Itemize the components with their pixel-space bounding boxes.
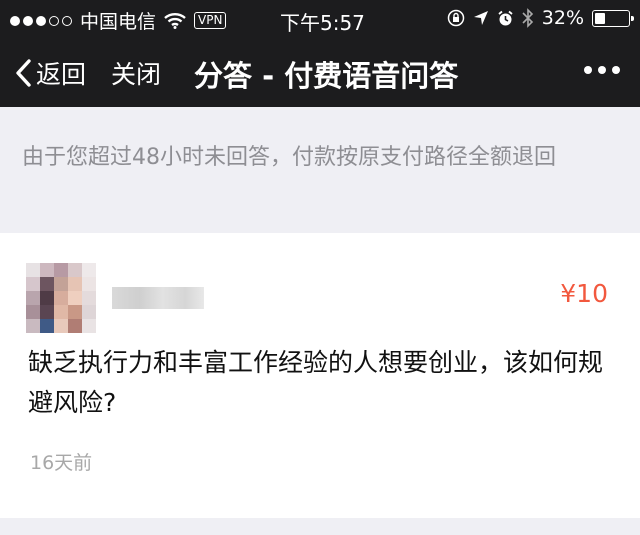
location-icon: [473, 11, 488, 25]
battery-icon: [592, 9, 634, 27]
refund-notice-text: 由于您超过48小时未回答，付款按原支付路径全额退回: [22, 145, 556, 170]
page-title: 分答 - 付费语音问答: [194, 59, 459, 93]
question-time: 16天前: [30, 452, 93, 474]
orientation-lock-icon: [447, 9, 465, 27]
username-blurred: [112, 287, 204, 309]
bluetooth-icon: [522, 8, 533, 28]
status-right: 32%: [447, 7, 634, 29]
question-card[interactable]: ¥10 缺乏执行力和丰富工作经验的人想要创业，该如何规避风险? 16天前: [0, 233, 640, 518]
question-price: ¥10: [560, 279, 608, 308]
battery-percent: 32%: [541, 7, 584, 29]
back-button[interactable]: 返回: [14, 55, 86, 91]
back-label: 返回: [36, 60, 87, 89]
signal-strength-icon: [10, 15, 72, 26]
close-button[interactable]: 关闭: [111, 55, 161, 91]
carrier-name: 中国电信: [80, 11, 157, 33]
more-dot-icon: [612, 66, 620, 74]
refund-notice: 由于您超过48小时未回答，付款按原支付路径全额退回: [0, 107, 640, 232]
status-time: 下午5:57: [280, 11, 365, 35]
question-text[interactable]: 缺乏执行力和丰富工作经验的人想要创业，该如何规避风险?: [28, 343, 618, 423]
wifi-icon: [164, 13, 186, 29]
nav-bar: 返回 关闭 分答 - 付费语音问答: [0, 40, 640, 107]
more-dot-icon: [598, 66, 606, 74]
more-dot-icon: [584, 66, 592, 74]
avatar[interactable]: [26, 263, 96, 333]
status-bar: 中国电信 VPN 下午5:57 32%: [0, 0, 640, 40]
more-options-button[interactable]: [584, 66, 620, 74]
chevron-left-icon: [16, 59, 31, 87]
battery-fill: [595, 12, 605, 24]
status-left: 中国电信 VPN: [10, 7, 227, 34]
alarm-icon: [498, 10, 513, 25]
bottom-spacer: [0, 518, 640, 535]
vpn-badge: VPN: [194, 12, 227, 29]
